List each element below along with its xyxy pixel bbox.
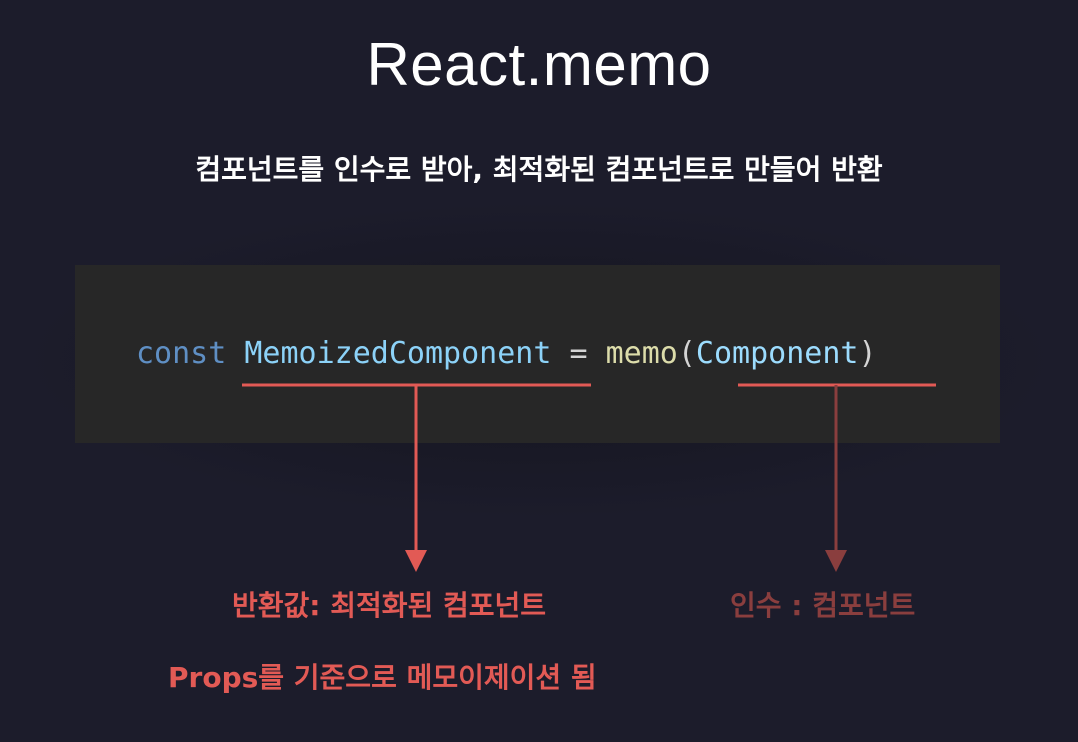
- arrow-return-head: [405, 550, 427, 572]
- memoization-note: Props를 기준으로 메모이제이션 됨: [168, 661, 597, 694]
- argument-label: 인수 : 컴포넌트: [730, 589, 916, 622]
- return-value-label: 반환값: 최적화된 컴포넌트: [232, 589, 547, 622]
- annotation-arrows: [242, 383, 936, 572]
- arrow-argument-head: [825, 550, 847, 572]
